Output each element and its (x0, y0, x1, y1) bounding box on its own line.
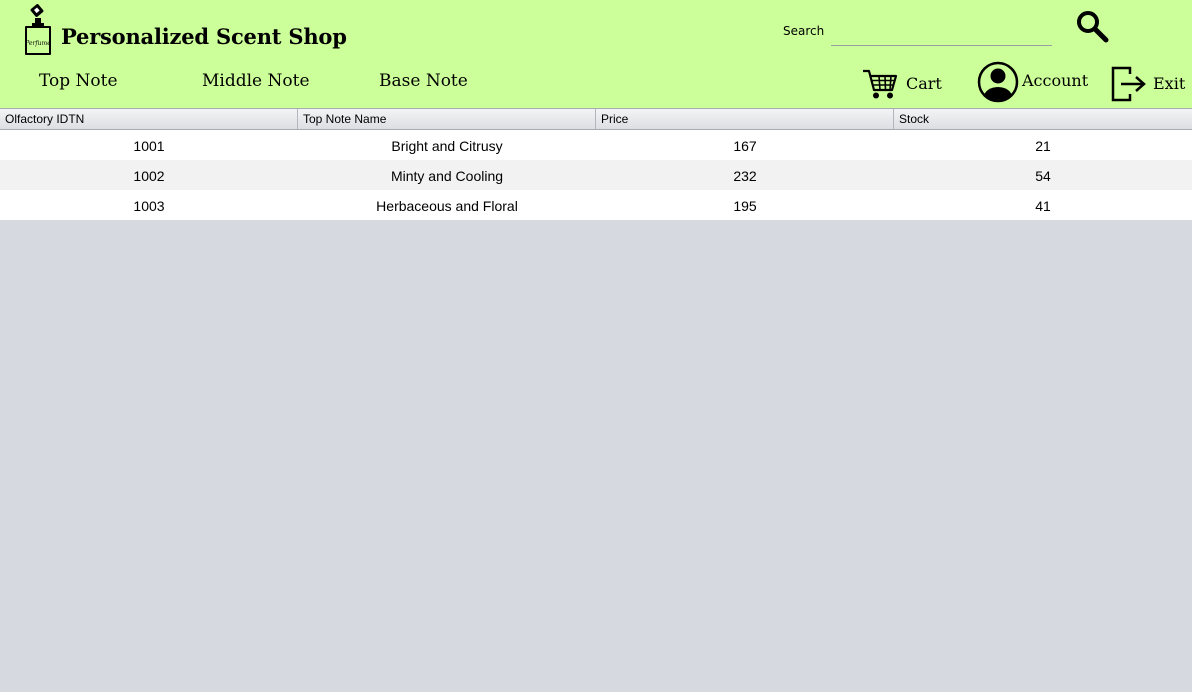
exit-label: Exit (1153, 74, 1186, 93)
column-header-top-note-name[interactable]: Top Note Name (298, 109, 596, 129)
magnifier-icon[interactable] (1074, 8, 1110, 44)
table-cell: Minty and Cooling (390, 168, 504, 184)
table-cell: Bright and Citrusy (391, 138, 503, 154)
user-icon (977, 61, 1019, 103)
account-button[interactable]: Account (976, 60, 1088, 104)
perfume-bottle-icon: Perfume (24, 4, 51, 55)
search-label: Search (783, 24, 825, 38)
top-note-table: Olfactory IDTN Top Note Name Price Stock… (0, 108, 1192, 220)
app-title: Personalized Scent Shop (61, 24, 347, 49)
table-cell: 41 (1035, 198, 1051, 214)
cart-button[interactable]: Cart (860, 64, 942, 102)
column-header-olfactory-idtn[interactable]: Olfactory IDTN (0, 109, 298, 129)
table-row[interactable]: 1003 Herbaceous and Floral 195 41 (0, 190, 1192, 220)
table-cell: 1001 (133, 138, 165, 154)
table-cell: 195 (733, 198, 757, 214)
table-cell: 232 (733, 168, 757, 184)
table-row[interactable]: 1001 Bright and Citrusy 167 21 (0, 130, 1192, 160)
table-cell: Herbaceous and Floral (376, 198, 518, 214)
search-input[interactable] (831, 20, 1052, 46)
table-row[interactable]: 1002 Minty and Cooling 232 54 (0, 160, 1192, 190)
exit-icon (1111, 66, 1146, 102)
top-bar: Perfume Personalized Scent Shop Search T… (0, 0, 1192, 108)
table-cell: 167 (733, 138, 757, 154)
table-cell: 21 (1035, 138, 1051, 154)
nav-base-note[interactable]: Base Note (379, 71, 468, 91)
table-cell: 1003 (133, 198, 165, 214)
svg-text:Perfume: Perfume (24, 40, 51, 47)
table-header: Olfactory IDTN Top Note Name Price Stock (0, 108, 1192, 130)
nav-middle-note[interactable]: Middle Note (202, 71, 310, 91)
table-cell: 54 (1035, 168, 1051, 184)
table-cell: 1002 (133, 168, 165, 184)
column-header-stock[interactable]: Stock (894, 109, 1192, 129)
cart-label: Cart (906, 74, 942, 93)
account-label: Account (1022, 71, 1089, 90)
exit-button[interactable]: Exit (1110, 64, 1186, 104)
column-header-price[interactable]: Price (596, 109, 894, 129)
nav-top-note[interactable]: Top Note (39, 71, 118, 91)
cart-icon (863, 69, 898, 99)
